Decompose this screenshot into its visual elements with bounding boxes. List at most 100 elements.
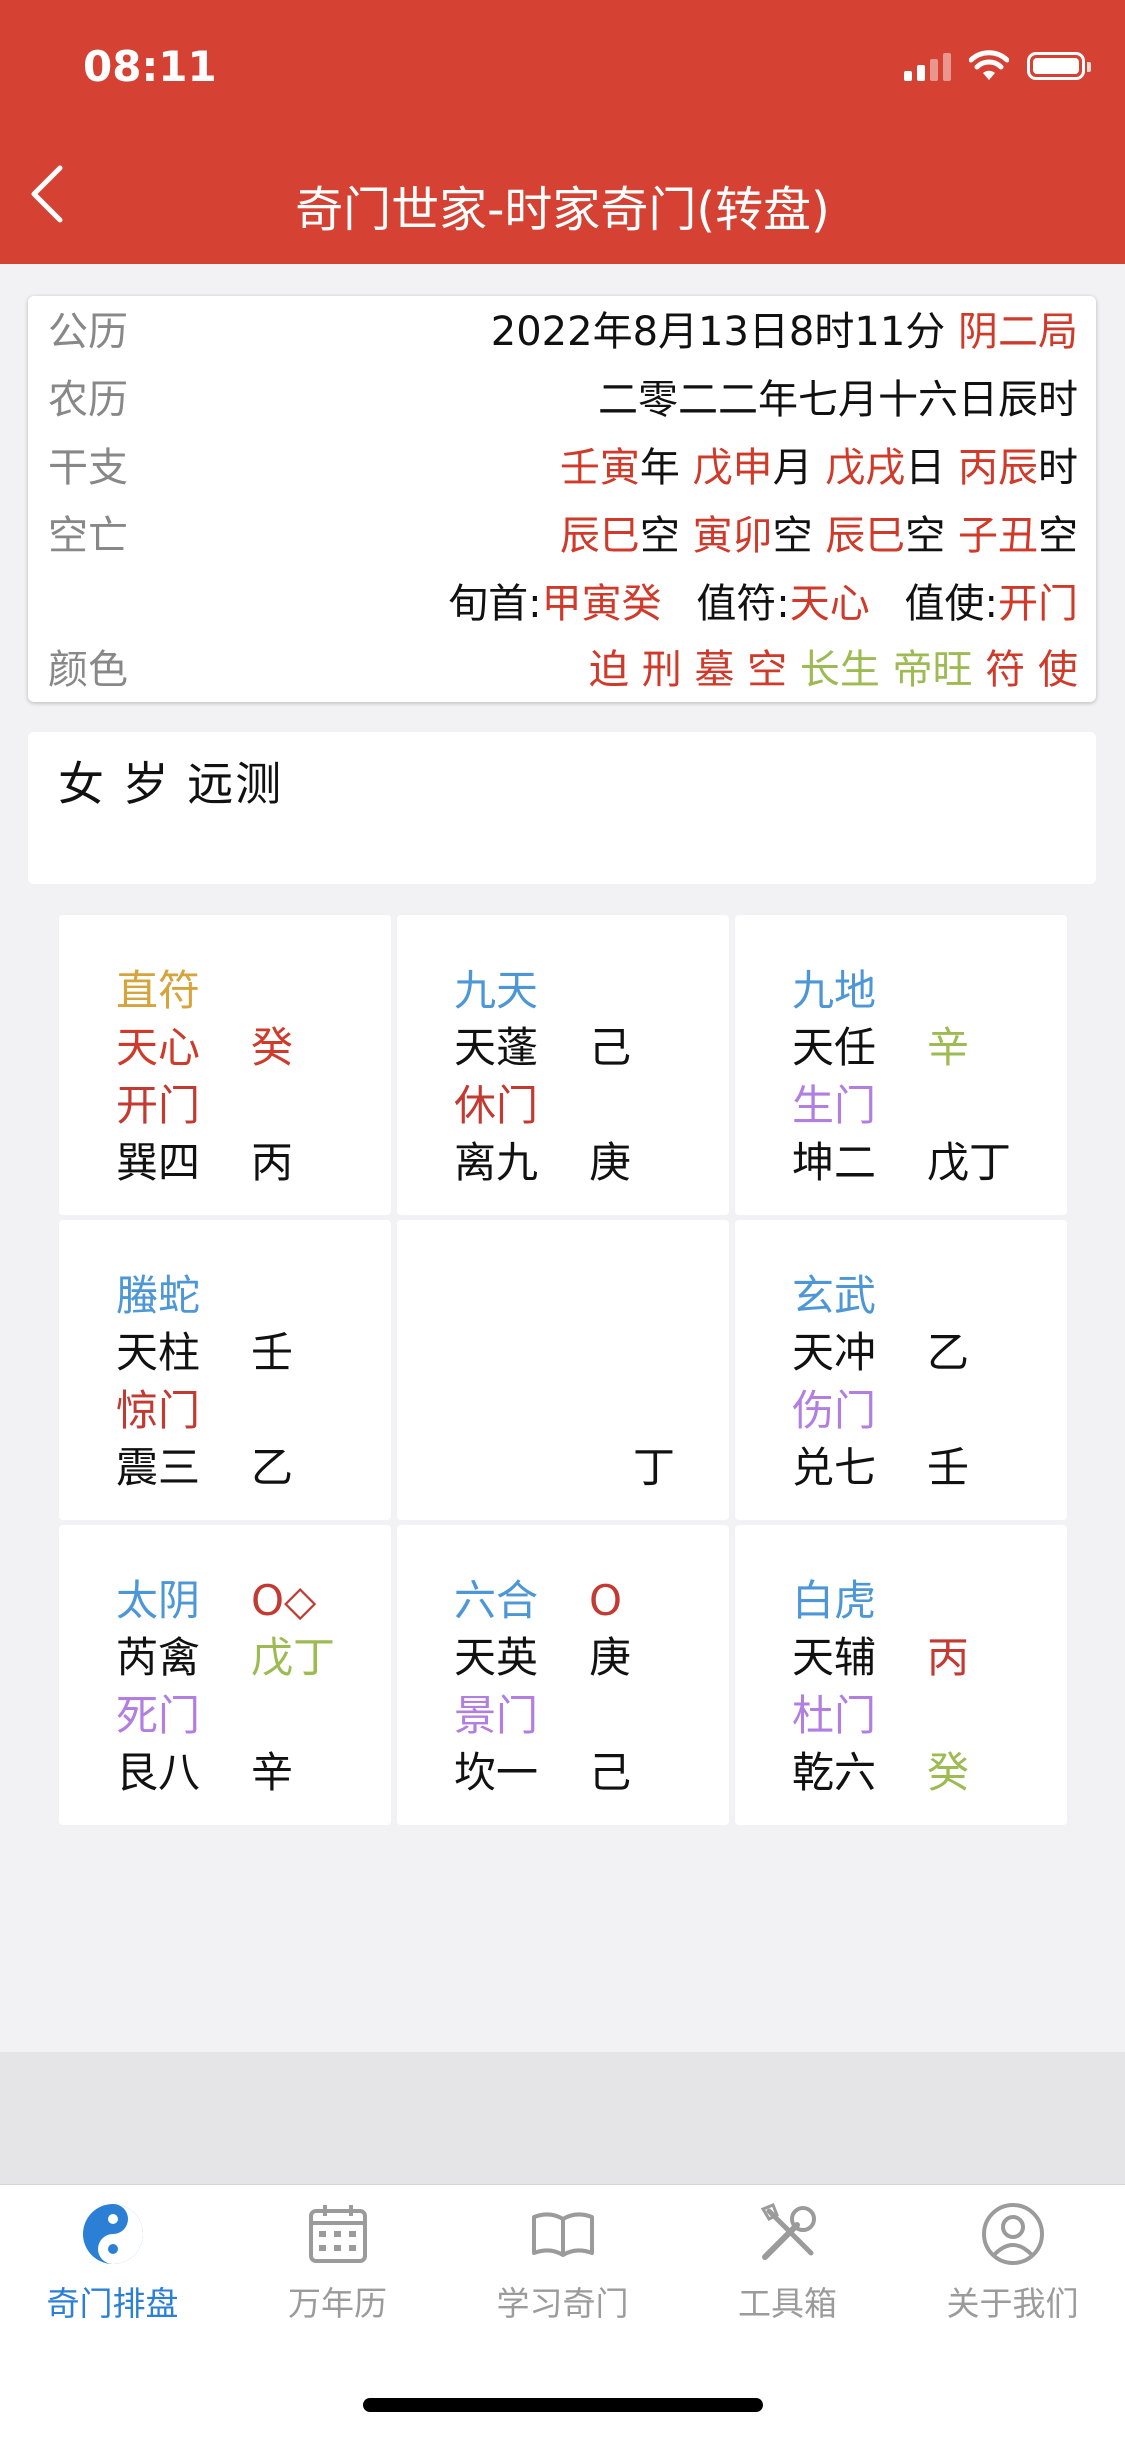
lunar-label: 农历 xyxy=(48,377,128,423)
center-stem: 丁 xyxy=(632,1443,675,1492)
palace-god: 玄武 xyxy=(792,1271,877,1320)
zhifu-value: 天心 xyxy=(789,581,870,627)
zhifu-label: 值符: xyxy=(696,581,790,627)
palace-name: 震三 xyxy=(116,1443,201,1492)
palace-stem: 辛 xyxy=(251,1748,294,1797)
ju-number: 阴二局 xyxy=(958,309,1078,355)
day-unit: 日 xyxy=(905,445,946,491)
palace-star-stem: 乙 xyxy=(927,1328,970,1377)
kongwang-suffix: 空 xyxy=(905,513,946,559)
tab-toolbox[interactable]: 工具箱 xyxy=(675,2201,900,2331)
palace-door: 景门 xyxy=(454,1691,539,1740)
book-icon xyxy=(531,2212,594,2257)
palace-center[interactable]: 丁 xyxy=(397,1220,729,1520)
legend-diwang: 帝旺 xyxy=(892,647,973,693)
tab-label: 学习奇门 xyxy=(496,2284,629,2323)
zhishi-label: 值使: xyxy=(904,581,998,627)
month-pillar: 戊申 xyxy=(692,445,773,491)
color-legend-row: 颜色 迫 刑 墓 空 长生 帝旺 符 使 xyxy=(28,636,1096,704)
tab-qimen-paipan[interactable]: 奇门排盘 xyxy=(0,2201,225,2331)
xunshou-value: 甲寅癸 xyxy=(541,581,662,627)
chart-info-card: 公历 2022年8月13日8时11分 阴二局 农历 二零二二年七月十六日辰时 干… xyxy=(28,296,1096,702)
palace-zhen[interactable]: 螣蛇 天柱 壬 惊门 震三 乙 xyxy=(59,1220,391,1520)
legend-mu: 墓 xyxy=(694,647,735,693)
wifi-icon xyxy=(969,50,1009,80)
palace-star-stem: 壬 xyxy=(251,1328,294,1377)
kongwang-hour: 子丑 xyxy=(958,513,1038,559)
palace-star-stem: 庚 xyxy=(589,1633,632,1682)
palace-star: 天英 xyxy=(454,1633,539,1682)
palace-door: 开门 xyxy=(116,1081,201,1130)
palace-star-stem: 己 xyxy=(589,1023,632,1072)
palace-door: 死门 xyxy=(116,1691,201,1740)
kongwang-row: 空亡 辰巳空 寅卯空 辰巳空 子丑空 xyxy=(28,502,1096,570)
palace-door: 生门 xyxy=(792,1081,877,1130)
tab-about[interactable]: 关于我们 xyxy=(900,2201,1125,2331)
kongwang-mark: O◇ xyxy=(251,1576,317,1625)
palace-kan[interactable]: 六合 O 天英 庚 景门 坎一 己 xyxy=(397,1525,729,1825)
palace-kun[interactable]: 九地 天任 辛 生门 坤二 戊丁 xyxy=(735,915,1067,1215)
tab-learn[interactable]: 学习奇门 xyxy=(450,2201,675,2331)
home-indicator xyxy=(363,2398,763,2412)
palace-star: 天心 xyxy=(116,1023,201,1072)
battery-icon xyxy=(1027,52,1091,80)
palace-name: 巽四 xyxy=(116,1138,201,1187)
palace-stem: 庚 xyxy=(589,1138,632,1187)
legend-changsheng: 长生 xyxy=(799,647,880,693)
palace-name: 乾六 xyxy=(792,1748,877,1797)
palace-star: 天任 xyxy=(792,1023,877,1072)
palace-star-stem: 丙 xyxy=(927,1633,970,1682)
kongwang-suffix: 空 xyxy=(639,513,680,559)
palace-door: 休门 xyxy=(454,1081,539,1130)
palace-star-stem: 戊丁 xyxy=(251,1633,336,1682)
legend-kong: 空 xyxy=(747,647,788,693)
status-icons xyxy=(904,50,1091,82)
signal-icon xyxy=(904,51,951,81)
palace-name: 坤二 xyxy=(792,1138,877,1187)
palace-li[interactable]: 九天 天蓬 己 休门 离九 庚 xyxy=(397,915,729,1215)
kongwang-suffix: 空 xyxy=(772,513,813,559)
page-title: 奇门世家-时家奇门(转盘) xyxy=(295,182,830,238)
palace-xun[interactable]: 直符 天心 癸 开门 巽四 丙 xyxy=(59,915,391,1215)
palace-stem: 戊丁 xyxy=(927,1138,1012,1187)
palace-name: 艮八 xyxy=(116,1748,201,1797)
app-header: 08:11 奇门世家-时家奇门(转盘) xyxy=(0,0,1125,264)
hour-pillar: 丙辰 xyxy=(958,445,1038,491)
palace-name: 兑七 xyxy=(792,1443,877,1492)
tab-calendar[interactable]: 万年历 xyxy=(225,2201,450,2331)
palace-dui[interactable]: 玄武 天冲 乙 伤门 兑七 壬 xyxy=(735,1220,1067,1520)
palace-star-stem: 癸 xyxy=(251,1023,294,1072)
palace-god: 直符 xyxy=(116,966,201,1015)
palace-stem: 癸 xyxy=(927,1748,970,1797)
legend-shi: 使 xyxy=(1038,647,1078,693)
gray-band xyxy=(0,2052,1125,2184)
legend-po: 迫 xyxy=(588,647,629,693)
palace-star-stem: 辛 xyxy=(927,1023,970,1072)
palace-star: 天蓬 xyxy=(454,1023,539,1072)
ganzhi-label: 干支 xyxy=(48,445,128,491)
palace-star: 芮禽 xyxy=(116,1633,201,1682)
palace-god: 螣蛇 xyxy=(116,1271,201,1320)
xunshou-row: 旬首:甲寅癸 值符:天心 值使:开门 xyxy=(28,570,1096,638)
kongwang-label: 空亡 xyxy=(48,513,128,559)
palace-door: 惊门 xyxy=(116,1386,201,1435)
question-text: 女 岁 远测 xyxy=(58,757,284,811)
kongwang-day: 辰巳 xyxy=(825,513,906,559)
palace-star: 天辅 xyxy=(792,1633,877,1682)
tools-icon xyxy=(760,2203,816,2260)
tab-label: 关于我们 xyxy=(946,2284,1079,2323)
solar-date: 2022年8月13日8时11分 xyxy=(490,309,946,355)
palace-door: 伤门 xyxy=(792,1386,877,1435)
palace-name: 离九 xyxy=(454,1138,539,1187)
tab-label: 工具箱 xyxy=(738,2284,837,2323)
solar-label: 公历 xyxy=(48,309,128,355)
palace-god: 白虎 xyxy=(792,1576,877,1625)
nine-palace-grid: 直符 天心癸 开门 巽四丙 九天 天蓬己 休门 离九庚 九地 天任辛 生门 坤二… xyxy=(59,915,1067,1827)
calendar-icon xyxy=(308,2205,367,2263)
palace-gen[interactable]: 太阴 O◇ 芮禽 戊丁 死门 艮八 辛 xyxy=(59,1525,391,1825)
lunar-date: 二零二二年七月十六日辰时 xyxy=(598,377,1078,423)
palace-qian[interactable]: 白虎 天辅 丙 杜门 乾六 癸 xyxy=(735,1525,1067,1825)
palace-god: 九地 xyxy=(792,966,877,1015)
status-time: 08:11 xyxy=(83,42,217,91)
question-card[interactable]: 女 岁 远测 xyxy=(28,732,1096,884)
